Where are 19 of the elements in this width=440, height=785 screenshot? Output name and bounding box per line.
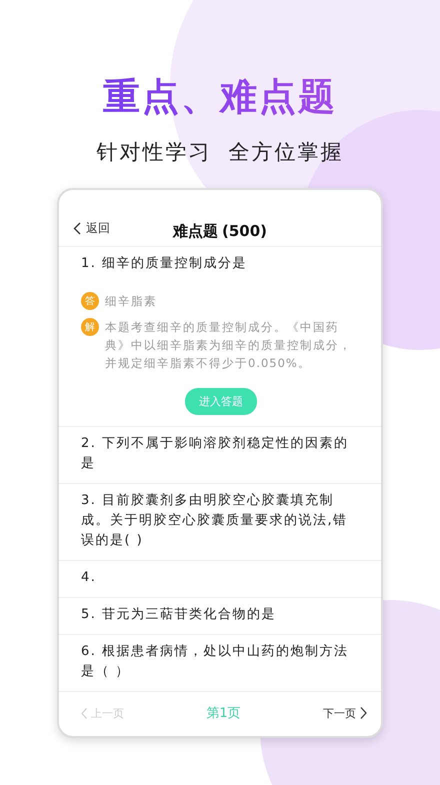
question-count: (500) bbox=[222, 222, 268, 240]
question-text[interactable]: 3. 目前胶囊剂多由明胶空心胶囊填充制成。关于明胶空心胶囊质量要求的说法,错误的是( ) bbox=[81, 491, 361, 551]
answer-text: 细辛脂素 bbox=[105, 293, 157, 310]
explanation-text: 本题考查细辛的质量控制成分。《中国药典》中以细辛脂素为细辛的质量控制成分，并规定细辛脂素不得少于0.050%。 bbox=[105, 319, 353, 372]
chevron-right-icon bbox=[360, 707, 367, 719]
subtitle: 针对性学习 全方位掌握 bbox=[96, 139, 344, 166]
back-button[interactable]: 返回 bbox=[73, 220, 110, 237]
question-text[interactable]: 4. bbox=[81, 568, 361, 588]
screen-title: 难点题 bbox=[172, 222, 218, 240]
question-text[interactable]: 5. 苷元为三萜苷类化合物的是 bbox=[81, 605, 361, 625]
next-page-button[interactable]: 下一页 bbox=[323, 706, 367, 720]
chevron-left-icon bbox=[73, 222, 81, 235]
chevron-left-icon bbox=[81, 708, 87, 718]
question-text[interactable]: 6. 根据患者病情，处以中山药的炮制方法是（ ） bbox=[81, 642, 361, 682]
question-text[interactable]: 1. 细辛的质量控制成分是 bbox=[81, 254, 361, 274]
question-text[interactable]: 2. 下列不属于影响溶胶剂稳定性的因素的是 bbox=[81, 434, 361, 474]
answer-badge: 答 bbox=[81, 292, 99, 310]
current-page: 第1页 bbox=[206, 705, 241, 722]
explanation-badge: 解 bbox=[81, 318, 99, 336]
